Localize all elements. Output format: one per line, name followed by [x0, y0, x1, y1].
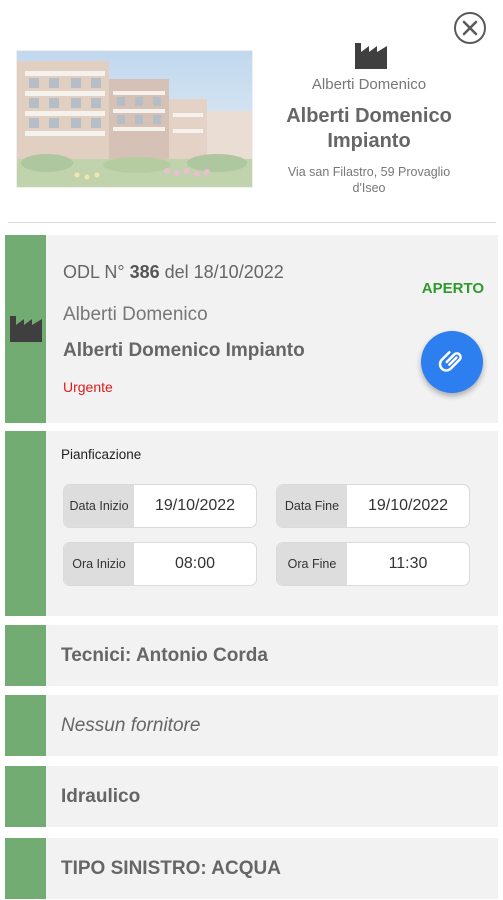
card-accent-bar [5, 766, 46, 827]
technicians-row[interactable]: Tecnici: Antonio Corda [5, 625, 498, 686]
end-time-field[interactable]: Ora Fine 11:30 [276, 542, 470, 586]
start-date-label: Data Inizio [64, 485, 134, 527]
card-accent-bar [5, 838, 46, 899]
end-date-label: Data Fine [277, 485, 347, 527]
order-card: ODL N° 386 del 18/10/2022 APERTO Alberti… [5, 235, 498, 423]
order-date: del 18/10/2022 [164, 262, 284, 282]
card-accent-bar [5, 431, 46, 616]
end-date-value: 19/10/2022 [367, 497, 449, 514]
factory-icon [355, 43, 387, 69]
technicians-text: Tecnici: Antonio Corda [61, 644, 268, 666]
claim-type-text: TIPO SINISTRO: ACQUA [61, 857, 281, 879]
supplier-text: Nessun fornitore [61, 714, 201, 736]
claim-type-row[interactable]: TIPO SINISTRO: ACQUA [5, 838, 498, 899]
category-text: Idraulico [61, 785, 141, 807]
start-date-value: 19/10/2022 [154, 497, 236, 514]
factory-icon [10, 316, 42, 342]
supplier-row[interactable]: Nessun fornitore [5, 695, 498, 756]
order-number: 386 [129, 262, 160, 282]
planning-title: Pianficazione [61, 447, 142, 462]
status-badge: APERTO [421, 280, 484, 297]
header-client-name: Alberti Domenico [311, 76, 427, 93]
card-accent-bar [5, 695, 46, 756]
close-icon [462, 20, 478, 36]
card-accent-bar [5, 625, 46, 686]
property-image [16, 50, 253, 188]
category-row[interactable]: Idraulico [5, 766, 498, 827]
close-button[interactable] [454, 12, 486, 44]
header-divider [8, 222, 496, 223]
order-prefix: ODL N° [63, 262, 125, 282]
end-date-field[interactable]: Data Fine 19/10/2022 [276, 484, 470, 528]
start-time-label: Ora Inizio [64, 543, 134, 585]
end-time-label: Ora Fine [277, 543, 347, 585]
start-time-value: 08:00 [174, 555, 216, 572]
start-time-field[interactable]: Ora Inizio 08:00 [63, 542, 257, 586]
header-plant-name: Alberti Domenico Impianto [286, 105, 452, 152]
attachment-button[interactable] [421, 331, 483, 393]
planning-card: Pianficazione Data Inizio 19/10/2022 Dat… [5, 431, 498, 616]
paperclip-icon [438, 351, 462, 372]
header-address: Via san Filastro, 59 Provaglio d'Iseo [287, 165, 451, 195]
order-client-name: Alberti Domenico [63, 304, 208, 325]
order-number-line: ODL N° 386 del 18/10/2022 [63, 262, 284, 283]
end-time-value: 11:30 [388, 555, 428, 572]
order-plant-name: Alberti Domenico Impianto [63, 340, 305, 361]
urgency-label: Urgente [63, 379, 113, 395]
start-date-field[interactable]: Data Inizio 19/10/2022 [63, 484, 257, 528]
